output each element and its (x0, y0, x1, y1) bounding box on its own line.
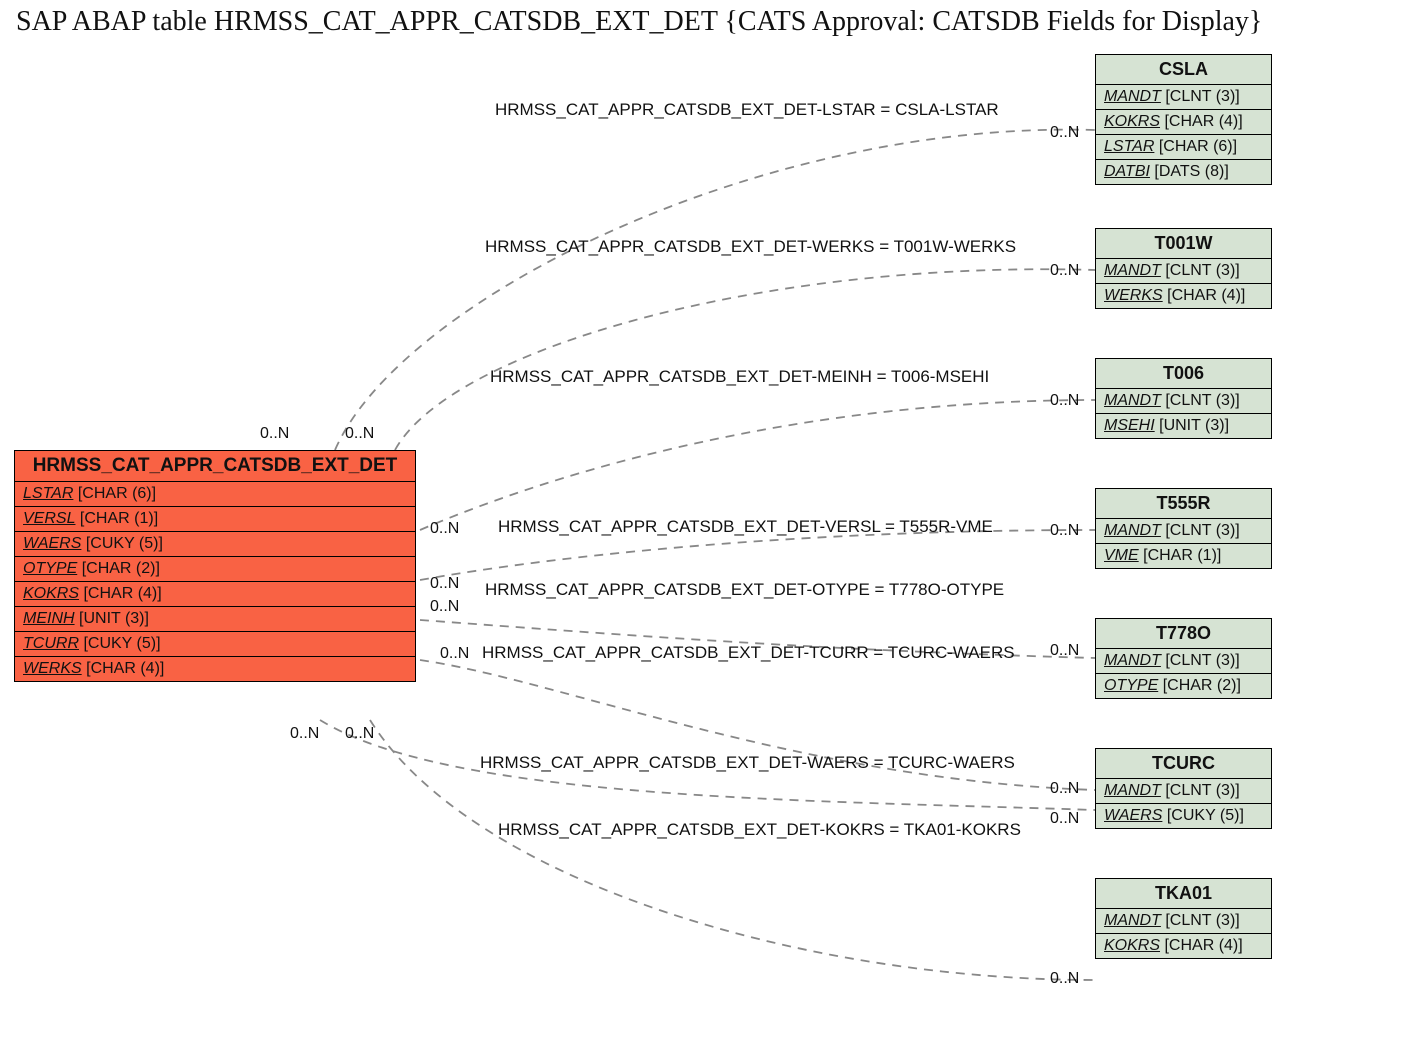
entity-CSLA: CSLA MANDT [CLNT (3)] KOKRS [CHAR (4)] L… (1095, 54, 1272, 185)
entity-row: MANDT [CLNT (3)] (1096, 259, 1271, 284)
entity-TCURC: TCURC MANDT [CLNT (3)] WAERS [CUKY (5)] (1095, 748, 1272, 829)
cardinality-tgt: 0..N (1050, 780, 1079, 798)
entity-main-row: OTYPE [CHAR (2)] (15, 557, 415, 582)
entity-T006: T006 MANDT [CLNT (3)] MSEHI [UNIT (3)] (1095, 358, 1272, 439)
relation-label: HRMSS_CAT_APPR_CATSDB_EXT_DET-WERKS = T0… (485, 237, 1016, 257)
entity-header: T555R (1096, 489, 1271, 519)
cardinality-tgt: 0..N (1050, 522, 1079, 540)
entity-T555R: T555R MANDT [CLNT (3)] VME [CHAR (1)] (1095, 488, 1272, 569)
relation-label: HRMSS_CAT_APPR_CATSDB_EXT_DET-WAERS = TC… (480, 753, 1015, 773)
entity-row: VME [CHAR (1)] (1096, 544, 1271, 568)
entity-header: T001W (1096, 229, 1271, 259)
entity-row: LSTAR [CHAR (6)] (1096, 135, 1271, 160)
entity-header: TCURC (1096, 749, 1271, 779)
entity-TKA01: TKA01 MANDT [CLNT (3)] KOKRS [CHAR (4)] (1095, 878, 1272, 959)
entity-main-row: KOKRS [CHAR (4)] (15, 582, 415, 607)
cardinality-tgt: 0..N (1050, 642, 1079, 660)
entity-main-row: MEINH [UNIT (3)] (15, 607, 415, 632)
cardinality-src: 0..N (345, 725, 374, 743)
entity-main-row: WERKS [CHAR (4)] (15, 657, 415, 681)
entity-row: OTYPE [CHAR (2)] (1096, 674, 1271, 698)
entity-row: MANDT [CLNT (3)] (1096, 909, 1271, 934)
cardinality-tgt: 0..N (1050, 970, 1079, 988)
entity-row: KOKRS [CHAR (4)] (1096, 110, 1271, 135)
entity-header: CSLA (1096, 55, 1271, 85)
entity-main-row: WAERS [CUKY (5)] (15, 532, 415, 557)
cardinality-src: 0..N (430, 575, 459, 593)
entity-row: MANDT [CLNT (3)] (1096, 85, 1271, 110)
cardinality-tgt: 0..N (1050, 810, 1079, 828)
relation-label: HRMSS_CAT_APPR_CATSDB_EXT_DET-VERSL = T5… (498, 517, 993, 537)
entity-main: HRMSS_CAT_APPR_CATSDB_EXT_DET LSTAR [CHA… (14, 450, 416, 682)
cardinality-src: 0..N (290, 725, 319, 743)
relation-label: HRMSS_CAT_APPR_CATSDB_EXT_DET-TCURR = TC… (482, 643, 1015, 663)
cardinality-tgt: 0..N (1050, 124, 1079, 142)
entity-header: TKA01 (1096, 879, 1271, 909)
entity-T001W: T001W MANDT [CLNT (3)] WERKS [CHAR (4)] (1095, 228, 1272, 309)
entity-row: WAERS [CUKY (5)] (1096, 804, 1271, 828)
entity-row: KOKRS [CHAR (4)] (1096, 934, 1271, 958)
relation-label: HRMSS_CAT_APPR_CATSDB_EXT_DET-LSTAR = CS… (495, 100, 999, 120)
entity-row: DATBI [DATS (8)] (1096, 160, 1271, 184)
cardinality-tgt: 0..N (1050, 392, 1079, 410)
entity-main-header: HRMSS_CAT_APPR_CATSDB_EXT_DET (15, 451, 415, 482)
entity-row: MANDT [CLNT (3)] (1096, 649, 1271, 674)
cardinality-src: 0..N (260, 425, 289, 443)
entity-row: MANDT [CLNT (3)] (1096, 389, 1271, 414)
cardinality-src: 0..N (440, 645, 469, 663)
entity-row: MSEHI [UNIT (3)] (1096, 414, 1271, 438)
cardinality-src: 0..N (345, 425, 374, 443)
entity-row: MANDT [CLNT (3)] (1096, 779, 1271, 804)
cardinality-src: 0..N (430, 520, 459, 538)
cardinality-tgt: 0..N (1050, 262, 1079, 280)
entity-header: T778O (1096, 619, 1271, 649)
entity-header: T006 (1096, 359, 1271, 389)
relation-label: HRMSS_CAT_APPR_CATSDB_EXT_DET-KOKRS = TK… (498, 820, 1021, 840)
entity-T778O: T778O MANDT [CLNT (3)] OTYPE [CHAR (2)] (1095, 618, 1272, 699)
cardinality-src: 0..N (430, 598, 459, 616)
relation-label: HRMSS_CAT_APPR_CATSDB_EXT_DET-OTYPE = T7… (485, 580, 1004, 600)
relation-label: HRMSS_CAT_APPR_CATSDB_EXT_DET-MEINH = T0… (490, 367, 989, 387)
entity-main-row: VERSL [CHAR (1)] (15, 507, 415, 532)
entity-row: MANDT [CLNT (3)] (1096, 519, 1271, 544)
page-title: SAP ABAP table HRMSS_CAT_APPR_CATSDB_EXT… (16, 6, 1262, 38)
entity-row: WERKS [CHAR (4)] (1096, 284, 1271, 308)
entity-main-row: TCURR [CUKY (5)] (15, 632, 415, 657)
entity-main-row: LSTAR [CHAR (6)] (15, 482, 415, 507)
